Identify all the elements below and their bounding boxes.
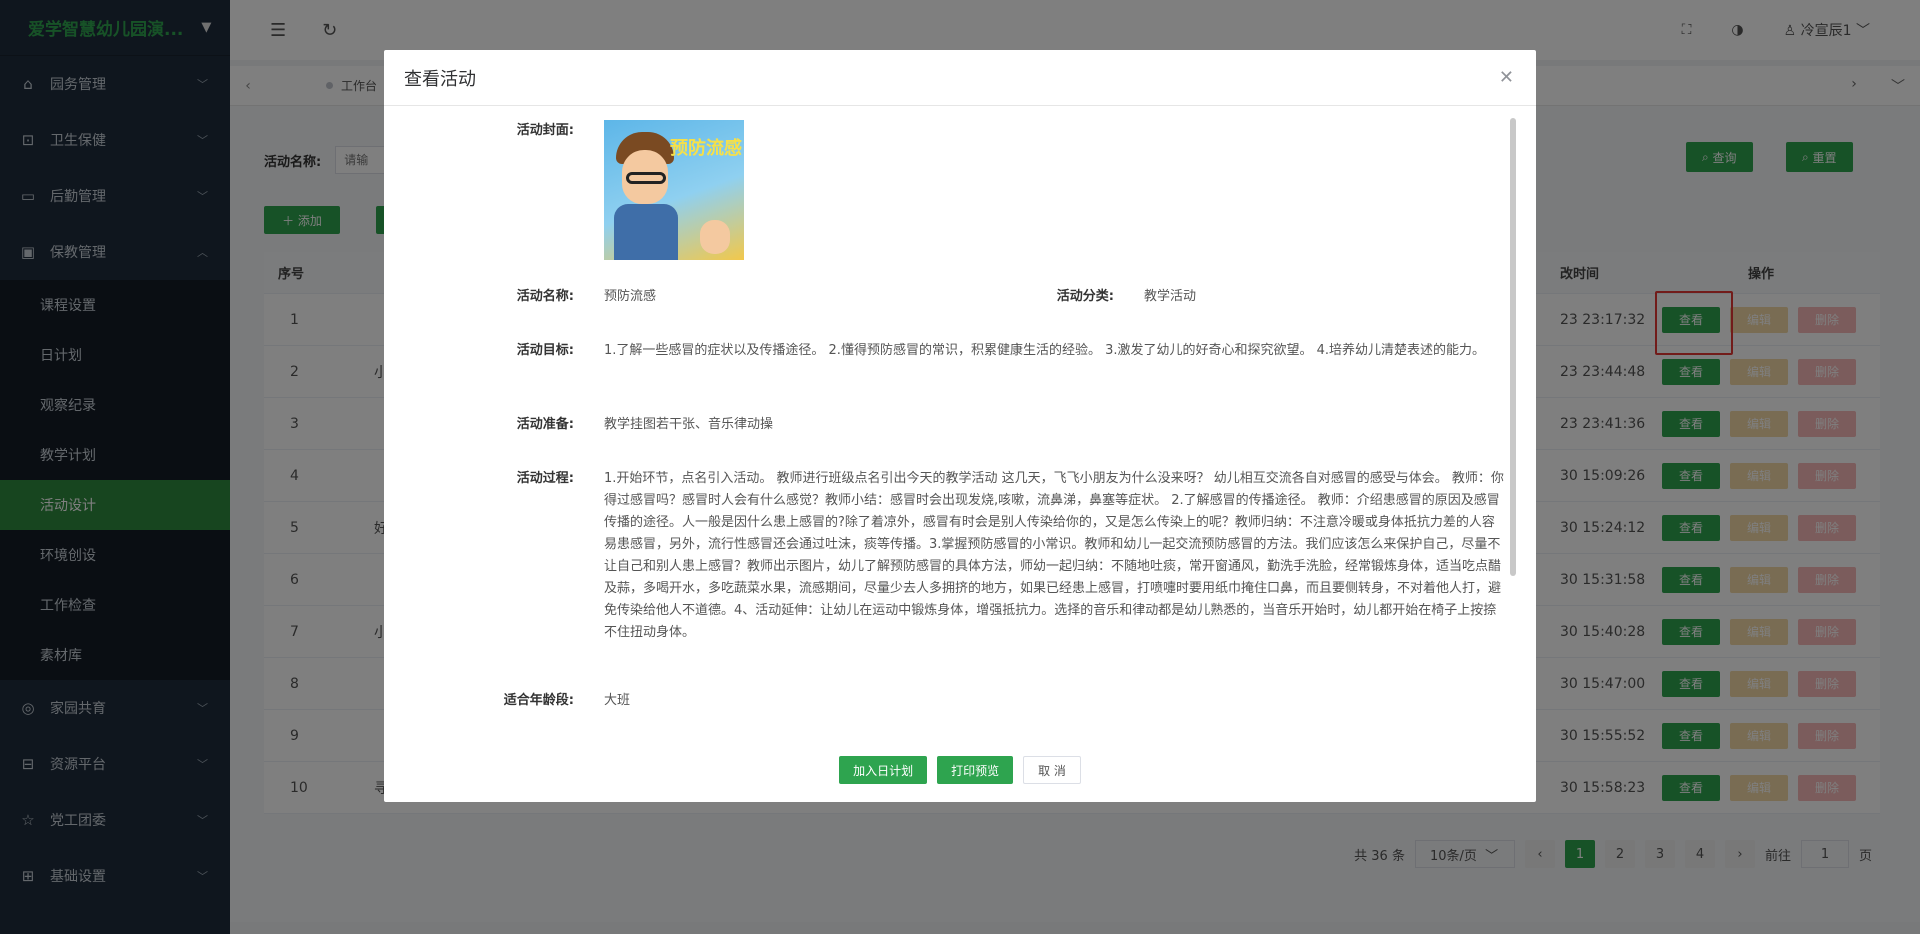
category-label: 活动分类: [1056, 289, 1114, 304]
field-age: 适合年龄段: 大班 [384, 690, 630, 712]
cover-glasses [626, 172, 666, 184]
dialog-title: 查看活动 [404, 68, 476, 90]
print-preview-button[interactable]: 打印预览 [937, 756, 1014, 784]
cover-label: 活动封面: [516, 123, 574, 138]
cover-title: 预防流感 [670, 138, 742, 159]
field-name: 活动名称: 预防流感 [384, 286, 656, 308]
cancel-button[interactable]: 取 消 [1023, 756, 1081, 784]
close-icon[interactable]: ✕ [1499, 67, 1514, 88]
cover-image: 预防流感 [604, 120, 744, 260]
cover-body [614, 204, 678, 260]
field-goal: 活动目标: 1.了解一些感冒的症状以及传播途径。 2.懂得预防感冒的常识，积累健… [384, 340, 1504, 362]
goal-value: 1.了解一些感冒的症状以及传播途径。 2.懂得预防感冒的常识，积累健康生活的经验… [604, 343, 1486, 358]
dialog-header: 查看活动 ✕ [384, 50, 1536, 106]
age-value: 大班 [604, 693, 631, 708]
name-value: 预防流感 [604, 289, 657, 304]
prep-value: 教学挂图若干张、音乐律动操 [604, 417, 774, 432]
name-label: 活动名称: [516, 289, 574, 304]
prep-label: 活动准备: [516, 417, 574, 432]
age-label: 适合年龄段: [503, 693, 574, 708]
field-cover: 活动封面: 预防流感 [384, 120, 744, 260]
process-label: 活动过程: [516, 471, 574, 486]
category-value: 教学活动 [1144, 289, 1197, 304]
goal-label: 活动目标: [516, 343, 574, 358]
field-category: 活动分类: 教学活动 [924, 286, 1196, 308]
dialog-body: 活动封面: 预防流感 活动名称: 预防流感 活动分类: 教学活动 活动目标: 1… [384, 112, 1536, 716]
view-activity-dialog: 查看活动 ✕ 活动封面: 预防流感 活动名称: 预防流感 活动分类: 教学活动 … [384, 50, 1536, 802]
process-value: 1.开始环节，点名引入活动。 教师进行班级点名引出今天的教学活动 这几天，飞飞小… [604, 471, 1504, 640]
field-prep: 活动准备: 教学挂图若干张、音乐律动操 [384, 414, 773, 436]
add-to-daily-plan-button[interactable]: 加入日计划 [839, 756, 928, 784]
cover-girl [700, 220, 730, 254]
field-process: 活动过程: 1.开始环节，点名引入活动。 教师进行班级点名引出今天的教学活动 这… [384, 468, 1504, 644]
dialog-footer: 加入日计划 打印预览 取 消 [384, 756, 1536, 784]
dialog-scrollbar[interactable] [1510, 118, 1516, 576]
